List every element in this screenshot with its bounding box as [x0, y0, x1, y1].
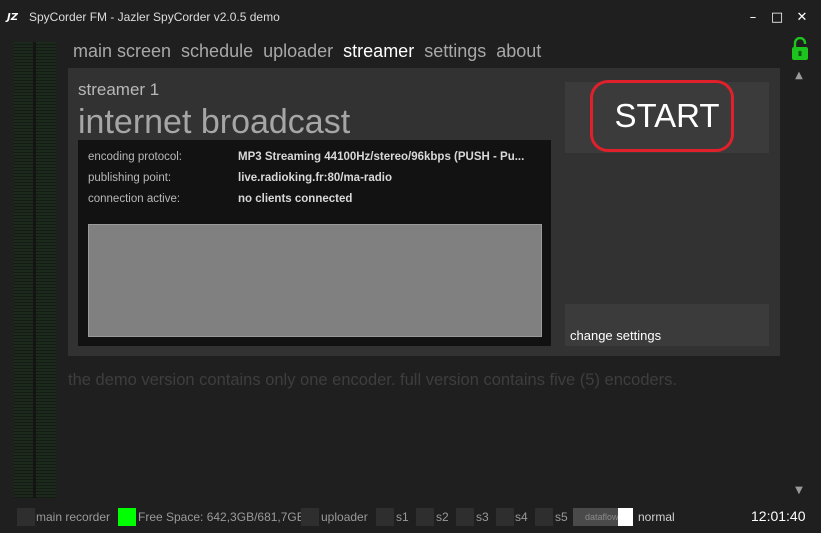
- info-value: no clients connected: [238, 193, 353, 205]
- s5-indicator: [535, 508, 553, 526]
- s5-label: s5: [555, 510, 568, 524]
- change-settings-label: change settings: [570, 328, 662, 343]
- status-bar: main recorder Free Space: 642,3GB/681,7G…: [0, 505, 821, 529]
- stream-info-box: encoding protocol: MP3 Streaming 44100Hz…: [78, 140, 551, 346]
- free-space-indicator: [118, 508, 136, 526]
- start-button[interactable]: START: [595, 82, 739, 153]
- streamer-panel: streamer 1 internet broadcast encoding p…: [68, 68, 780, 356]
- nav-uploader[interactable]: uploader: [263, 40, 333, 62]
- main-nav: main screen schedule uploader streamer s…: [73, 40, 541, 62]
- s4-indicator: [496, 508, 514, 526]
- lock-open-icon[interactable]: [791, 37, 809, 61]
- demo-note: the demo version contains only one encod…: [68, 371, 678, 389]
- info-value: live.radioking.fr:80/ma-radio: [238, 172, 393, 184]
- vu-meter: [14, 42, 56, 498]
- info-value: MP3 Streaming 44100Hz/stereo/96kbps (PUS…: [238, 151, 525, 163]
- nav-main-screen[interactable]: main screen: [73, 40, 171, 62]
- mode-label: normal: [638, 510, 675, 524]
- app-logo-icon: JZ: [7, 12, 18, 23]
- s1-indicator: [376, 508, 394, 526]
- main-recorder-label: main recorder: [36, 510, 111, 524]
- stream-preview: [88, 224, 542, 337]
- free-space-label: Free Space: 642,3GB/681,7GB: [138, 510, 305, 524]
- scroll-down-icon[interactable]: ▼: [793, 486, 805, 496]
- scroll-up-icon[interactable]: ▲: [793, 71, 805, 81]
- info-label: encoding protocol:: [88, 151, 182, 163]
- clock: 12:01:40: [751, 508, 806, 524]
- close-icon[interactable]: ✕: [792, 8, 812, 28]
- change-settings-button[interactable]: change settings: [565, 304, 769, 346]
- s3-label: s3: [476, 510, 489, 524]
- s1-label: s1: [396, 510, 409, 524]
- s2-label: s2: [436, 510, 449, 524]
- streamer-name: streamer 1: [78, 80, 160, 99]
- dataflow-level-indicator: [618, 508, 633, 526]
- s4-label: s4: [515, 510, 528, 524]
- nav-settings[interactable]: settings: [424, 40, 486, 62]
- uploader-indicator: [301, 508, 319, 526]
- info-label: publishing point:: [88, 172, 172, 184]
- window-title: SpyCorder FM - Jazler SpyCorder v2.0.5 d…: [29, 10, 280, 24]
- start-area: START: [565, 80, 769, 153]
- streamer-type: internet broadcast: [78, 103, 351, 141]
- title-bar: JZ SpyCorder FM - Jazler SpyCorder v2.0.…: [0, 0, 821, 36]
- nav-about[interactable]: about: [496, 40, 541, 62]
- nav-streamer[interactable]: streamer: [343, 40, 414, 62]
- s2-indicator: [416, 508, 434, 526]
- info-label: connection active:: [88, 193, 181, 205]
- nav-schedule[interactable]: schedule: [181, 40, 253, 62]
- uploader-label: uploader: [321, 510, 368, 524]
- s3-indicator: [456, 508, 474, 526]
- dataflow-label: dataflow: [585, 512, 619, 522]
- minimize-icon[interactable]: –: [743, 8, 763, 28]
- main-recorder-indicator: [17, 508, 35, 526]
- maximize-icon[interactable]: □: [767, 8, 787, 28]
